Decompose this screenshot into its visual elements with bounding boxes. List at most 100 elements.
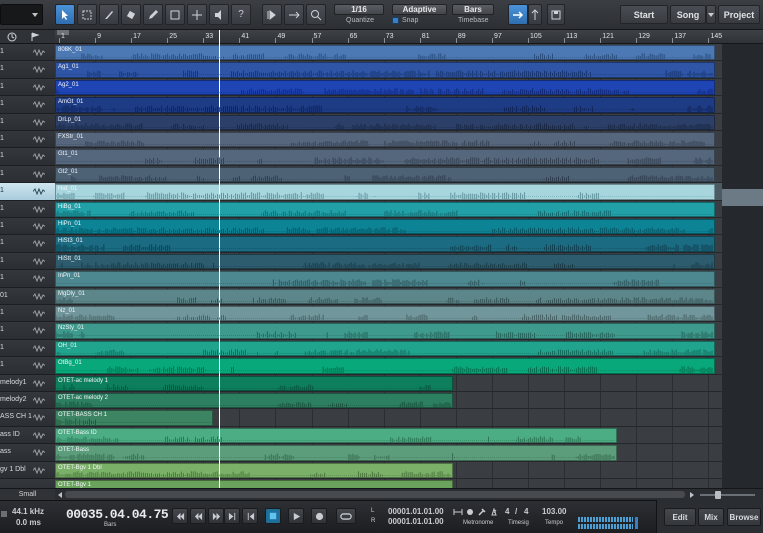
track-lane[interactable]: FXStr_01 bbox=[55, 131, 763, 149]
save-button[interactable] bbox=[547, 4, 565, 25]
help-button[interactable]: ? bbox=[231, 4, 251, 25]
playhead-cursor[interactable] bbox=[219, 30, 220, 488]
quantize-select[interactable]: 1/16 bbox=[334, 4, 384, 15]
position-display[interactable]: 00035.04.04.75 bbox=[66, 507, 169, 522]
track-header[interactable]: ass ID bbox=[0, 426, 55, 445]
timesig-numerator[interactable]: 4 bbox=[505, 507, 509, 516]
track-lane[interactable]: OTET-Bass ID bbox=[55, 427, 763, 445]
audio-event[interactable]: Gt2_01 bbox=[55, 166, 715, 183]
autoscroll-button[interactable] bbox=[508, 4, 528, 25]
zoom-slider-knob[interactable] bbox=[715, 491, 721, 499]
metronome-icon[interactable] bbox=[490, 508, 498, 516]
mix-pane-button[interactable]: Mix bbox=[698, 508, 724, 526]
audio-event[interactable]: 808K_01 bbox=[55, 45, 715, 61]
track-lane[interactable]: OTET-BASS CH 1 bbox=[55, 409, 763, 427]
song-page-button[interactable]: Song bbox=[670, 5, 706, 24]
eraser-tool-button[interactable] bbox=[121, 4, 141, 25]
track-lane[interactable]: AmGt_01 bbox=[55, 96, 763, 114]
track-lane[interactable]: OH_01 bbox=[55, 340, 763, 358]
arrow-tool-button[interactable] bbox=[55, 4, 75, 25]
audio-event[interactable]: NzSty_01 bbox=[55, 323, 715, 339]
timebase-select[interactable]: Bars bbox=[452, 4, 494, 15]
track-header[interactable]: ass bbox=[0, 444, 55, 462]
browse-pane-button[interactable]: Browse bbox=[727, 508, 761, 526]
audio-event[interactable]: OTET-ac melody 2 bbox=[55, 393, 453, 409]
tempo-value[interactable]: 103.00 bbox=[542, 507, 566, 516]
wrench-icon[interactable] bbox=[478, 508, 486, 516]
stop-button[interactable] bbox=[265, 508, 281, 524]
track-size-selector[interactable]: Small bbox=[0, 488, 55, 500]
track-header[interactable]: 1 bbox=[0, 322, 55, 340]
track-header[interactable]: 1 bbox=[0, 61, 55, 79]
record-button[interactable] bbox=[311, 508, 327, 524]
scroll-lock-button[interactable] bbox=[528, 4, 542, 25]
track-lane[interactable]: OTET-Bgv 1 bbox=[55, 479, 763, 488]
track-lane[interactable]: OTET-ac melody 2 bbox=[55, 392, 763, 410]
track-header[interactable]: 1 bbox=[0, 183, 55, 201]
track-lane[interactable]: OTET-Bgv 1 Dbl bbox=[55, 462, 763, 479]
track-lane[interactable]: OTET-Bass bbox=[55, 444, 763, 462]
audio-event[interactable]: DrLp_01 bbox=[55, 114, 715, 130]
snap-checkbox[interactable] bbox=[392, 17, 399, 24]
track-header[interactable]: melody1 bbox=[0, 374, 55, 392]
split-tool-button[interactable] bbox=[99, 4, 119, 25]
audio-event[interactable]: InPn_01 bbox=[55, 271, 715, 287]
track-header[interactable]: 1 bbox=[0, 270, 55, 288]
audio-event[interactable]: OTET-BASS CH 1 bbox=[55, 410, 213, 426]
track-header[interactable]: 1 bbox=[0, 165, 55, 184]
range-tool-button[interactable] bbox=[77, 4, 97, 25]
audio-event[interactable]: HiBg_01 bbox=[55, 201, 715, 217]
track-lane[interactable]: OTET-ac melody 1 bbox=[55, 375, 763, 392]
audio-event[interactable]: AmGt_01 bbox=[55, 97, 715, 113]
track-header[interactable]: 1 bbox=[0, 339, 55, 358]
track-header[interactable]: gv 1 Dbl bbox=[0, 461, 55, 479]
audio-event[interactable]: Nz_01 bbox=[55, 306, 715, 322]
clock-icon[interactable] bbox=[7, 32, 17, 42]
track-lane[interactable]: DrLp_01 bbox=[55, 114, 763, 131]
zoom-slider-track[interactable] bbox=[700, 494, 755, 496]
track-lane[interactable]: Ag1_01 bbox=[55, 61, 763, 79]
audio-event[interactable]: HiStt_01 bbox=[55, 253, 715, 270]
track-header[interactable]: 1 bbox=[0, 218, 55, 236]
play-button[interactable] bbox=[288, 508, 304, 524]
audio-event[interactable]: Ag2_01 bbox=[55, 79, 715, 96]
snap-select[interactable]: Adaptive bbox=[392, 4, 447, 15]
track-preset-dropdown[interactable] bbox=[0, 4, 43, 25]
song-menu-button[interactable] bbox=[706, 5, 716, 24]
right-locator[interactable]: 00001.01.01.00 bbox=[388, 517, 444, 526]
track-lane[interactable]: HiPn_01 bbox=[55, 218, 763, 236]
track-lane[interactable]: MgDly_01 bbox=[55, 288, 763, 305]
track-header[interactable]: 1 bbox=[0, 252, 55, 271]
project-page-button[interactable]: Project bbox=[718, 5, 760, 24]
track-lane[interactable]: Gt2_01 bbox=[55, 166, 763, 184]
track-lane[interactable]: HiBg_01 bbox=[55, 201, 763, 218]
timesig-denominator[interactable]: 4 bbox=[524, 507, 528, 516]
scroll-follow-button[interactable] bbox=[284, 4, 304, 25]
audio-event[interactable]: OTET-Bgv 1 bbox=[55, 480, 453, 488]
track-header[interactable]: ASS CH 1 bbox=[0, 409, 55, 427]
track-lane[interactable]: NzSty_01 bbox=[55, 322, 763, 340]
go-to-end-button[interactable] bbox=[224, 508, 240, 524]
track-header[interactable]: 1 bbox=[0, 357, 55, 375]
rewind-button[interactable] bbox=[190, 508, 206, 524]
go-to-start-button[interactable] bbox=[242, 508, 258, 524]
arrange-view[interactable]: 808K_01 Ag1_01 Ag2_01 AmGt_01 DrLp_01 FXStr_0… bbox=[55, 44, 763, 488]
audio-event[interactable]: FXStr_01 bbox=[55, 132, 715, 148]
preroll-icon[interactable] bbox=[466, 508, 474, 516]
audio-event[interactable]: OTET-Bgv 1 Dbl bbox=[55, 462, 453, 478]
track-header[interactable]: 1 bbox=[0, 96, 55, 114]
audio-event[interactable]: MgDly_01 bbox=[55, 288, 715, 304]
paint-tool-button[interactable] bbox=[143, 4, 163, 25]
audio-event[interactable]: HiSt3_01 bbox=[55, 236, 715, 252]
track-header[interactable]: 01 bbox=[0, 287, 55, 305]
mute-tool-button[interactable] bbox=[165, 4, 185, 25]
track-header[interactable]: 1 bbox=[0, 131, 55, 149]
track-header[interactable]: 1 bbox=[0, 44, 55, 62]
track-lane[interactable]: Gt1_01 bbox=[55, 148, 763, 166]
return-to-zero-button[interactable] bbox=[172, 508, 188, 524]
scroll-right-icon[interactable] bbox=[689, 492, 695, 498]
track-header[interactable]: 1 bbox=[0, 78, 55, 97]
audio-event[interactable]: Gt1_01 bbox=[55, 149, 715, 165]
track-header[interactable]: 1 bbox=[0, 113, 55, 131]
track-lane[interactable]: OtBg_01 bbox=[55, 357, 763, 375]
